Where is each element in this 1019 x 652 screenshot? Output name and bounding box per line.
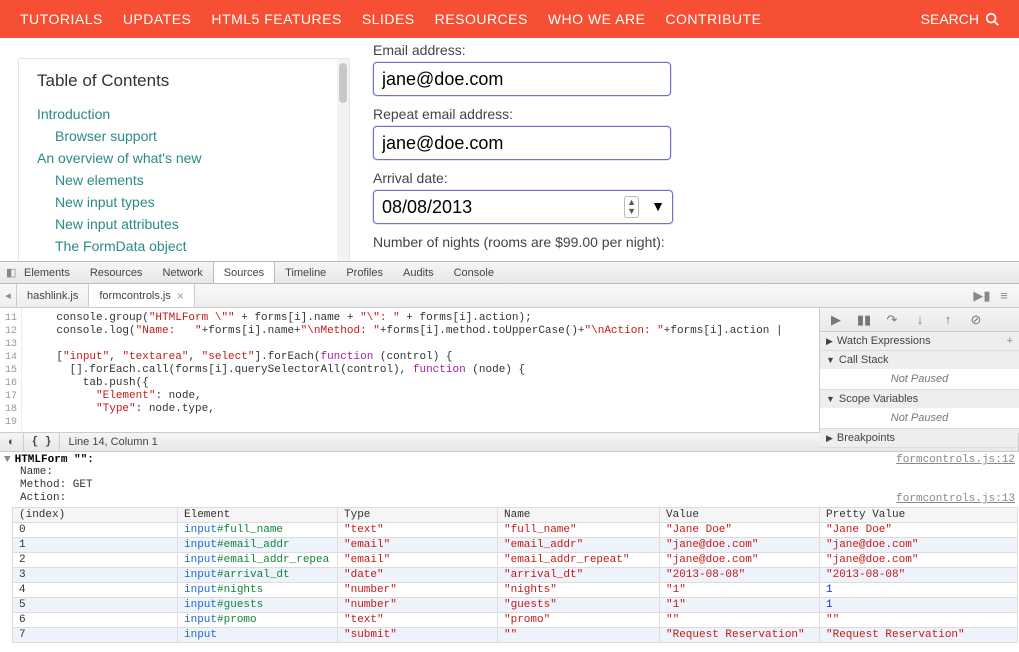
arrival-label: Arrival date:	[373, 170, 1019, 186]
form-area: Email address: Repeat email address: Arr…	[373, 38, 1019, 261]
nav-link[interactable]: WHO WE ARE	[548, 11, 646, 27]
run-snippet-icon[interactable]: ▶▮	[971, 288, 993, 304]
nav-link[interactable]: CONTRIBUTE	[665, 11, 761, 27]
table-row: 3input#arrival_dt"date""arrival_dt""2013…	[13, 568, 1018, 583]
table-row: 1input#email_addr"email""email_addr""jan…	[13, 538, 1018, 553]
toc-link[interactable]: An overview of what's new	[37, 150, 202, 166]
call-stack-status: Not Paused	[820, 369, 1019, 389]
devtools-tab[interactable]: Audits	[393, 262, 444, 283]
nav-link[interactable]: UPDATES	[123, 11, 192, 27]
deactivate-bp-icon[interactable]: ⊘	[964, 312, 988, 328]
date-stepper[interactable]: ▲▼	[624, 196, 639, 218]
console-panel[interactable]: ▼ HTMLForm "": formcontrols.js:12 Name: M…	[0, 452, 1019, 652]
devtools-tab[interactable]: Elements	[14, 262, 80, 283]
source-statusbar: ◐ { } Line 14, Column 1	[0, 432, 1019, 452]
file-tab-bar: ◂ hashlink.jsformcontrols.js× ▶▮ ≡	[0, 284, 1019, 308]
watch-expressions-header[interactable]: ▶Watch Expressions+	[820, 332, 1019, 350]
table-of-contents: Table of Contents Introduction Browser su…	[18, 58, 350, 270]
disclosure-triangle-icon[interactable]: ▼	[4, 454, 11, 466]
add-watch-icon: +	[1007, 335, 1013, 347]
nav-link[interactable]: TUTORIALS	[20, 11, 103, 27]
console-output: Name: Method: GET Action:	[4, 466, 93, 505]
page-content: Table of Contents Introduction Browser su…	[0, 38, 1019, 261]
cursor-position: Line 14, Column 1	[60, 433, 1019, 451]
file-tab[interactable]: hashlink.js	[16, 284, 89, 307]
table-row: 2input#email_addr_repea"email""email_add…	[13, 553, 1018, 568]
scope-status: Not Paused	[820, 408, 1019, 428]
toc-link[interactable]: Browser support	[55, 128, 157, 144]
toc-link[interactable]: New input types	[55, 194, 155, 210]
debugger-toolbar: ▶ ▮▮ ↷ ↓ ↑ ⊘	[820, 308, 1019, 332]
dock-icon[interactable]: ◧	[0, 266, 14, 279]
devtools-tab[interactable]: Sources	[213, 262, 275, 283]
toc-scrollbar[interactable]	[337, 59, 349, 269]
toc-link[interactable]: New elements	[55, 172, 144, 188]
devtools-tab[interactable]: Timeline	[275, 262, 336, 283]
search-icon	[985, 12, 999, 26]
step-over-icon[interactable]: ↷	[880, 312, 904, 328]
devtools-tab[interactable]: Network	[152, 262, 212, 283]
table-row: 7input"submit""""Request Reservation""Re…	[13, 628, 1018, 643]
devtools-tab[interactable]: Profiles	[336, 262, 393, 283]
nav-link[interactable]: RESOURCES	[435, 11, 528, 27]
console-source-link[interactable]: formcontrols.js:12	[896, 454, 1015, 466]
top-nav: TUTORIALS UPDATES HTML5 FEATURES SLIDES RESO…	[0, 0, 1019, 38]
repeat-email-input[interactable]	[373, 126, 671, 160]
pause-icon[interactable]: ▮▮	[852, 312, 876, 328]
scope-variables-header[interactable]: ▼Scope Variables	[820, 390, 1019, 408]
table-header: Value	[660, 508, 820, 523]
pretty-print-icon[interactable]: { }	[24, 433, 61, 451]
console-source-link[interactable]: formcontrols.js:13	[896, 493, 1015, 505]
resume-icon[interactable]: ▶	[824, 312, 848, 328]
step-into-icon[interactable]: ↓	[908, 312, 932, 327]
step-out-icon[interactable]: ↑	[936, 312, 960, 327]
toc-title: Table of Contents	[37, 71, 331, 91]
table-header: (index)	[13, 508, 178, 523]
email-input[interactable]	[373, 62, 671, 96]
devtools: ◧ ElementsResourcesNetworkSourcesTimelin…	[0, 261, 1019, 651]
nav-link[interactable]: SLIDES	[362, 11, 415, 27]
file-history-back[interactable]: ◂	[0, 284, 16, 307]
toc-link[interactable]: The FormData object	[55, 238, 187, 254]
search-link[interactable]: SEARCH	[921, 11, 999, 27]
table-header: Name	[498, 508, 660, 523]
toc-link[interactable]: New input attributes	[55, 216, 179, 232]
debugger-sidebar: ▶ ▮▮ ↷ ↓ ↑ ⊘ ▶Watch Expressions+ ▼Call S…	[819, 308, 1019, 432]
close-icon[interactable]: ×	[177, 284, 184, 308]
nights-label: Number of nights (rooms are $99.00 per n…	[373, 234, 1019, 250]
call-stack-header[interactable]: ▼Call Stack	[820, 351, 1019, 369]
devtools-tab[interactable]: Console	[444, 262, 504, 283]
nav-link[interactable]: HTML5 FEATURES	[211, 11, 341, 27]
console-group-label: HTMLForm "":	[15, 454, 94, 466]
table-header: Pretty Value	[820, 508, 1018, 523]
date-dropdown-icon[interactable]: ▼	[651, 198, 665, 214]
email-label: Email address:	[373, 42, 1019, 58]
table-row: 4input#nights"number""nights""1"1	[13, 583, 1018, 598]
table-row: 0input#full_name"text""full_name""Jane D…	[13, 523, 1018, 538]
table-header: Type	[338, 508, 498, 523]
console-table: (index)ElementTypeNameValuePretty Value …	[12, 507, 1018, 643]
repeat-email-label: Repeat email address:	[373, 106, 1019, 122]
file-tab[interactable]: formcontrols.js×	[89, 284, 195, 307]
search-label: SEARCH	[921, 11, 979, 27]
source-editor[interactable]: console.group("HTMLForm \"" + forms[i].n…	[22, 308, 819, 432]
pause-indicator[interactable]: ◐	[0, 433, 24, 451]
table-header: Element	[178, 508, 338, 523]
toc-link[interactable]: Introduction	[37, 106, 110, 122]
line-gutter: 111213141516171819	[0, 308, 22, 432]
toggle-split-icon[interactable]: ≡	[993, 288, 1015, 303]
devtools-tab[interactable]: Resources	[80, 262, 153, 283]
table-row: 5input#guests"number""guests""1"1	[13, 598, 1018, 613]
table-row: 6input#promo"text""promo"""""	[13, 613, 1018, 628]
devtools-tabbar: ◧ ElementsResourcesNetworkSourcesTimelin…	[0, 262, 1019, 284]
